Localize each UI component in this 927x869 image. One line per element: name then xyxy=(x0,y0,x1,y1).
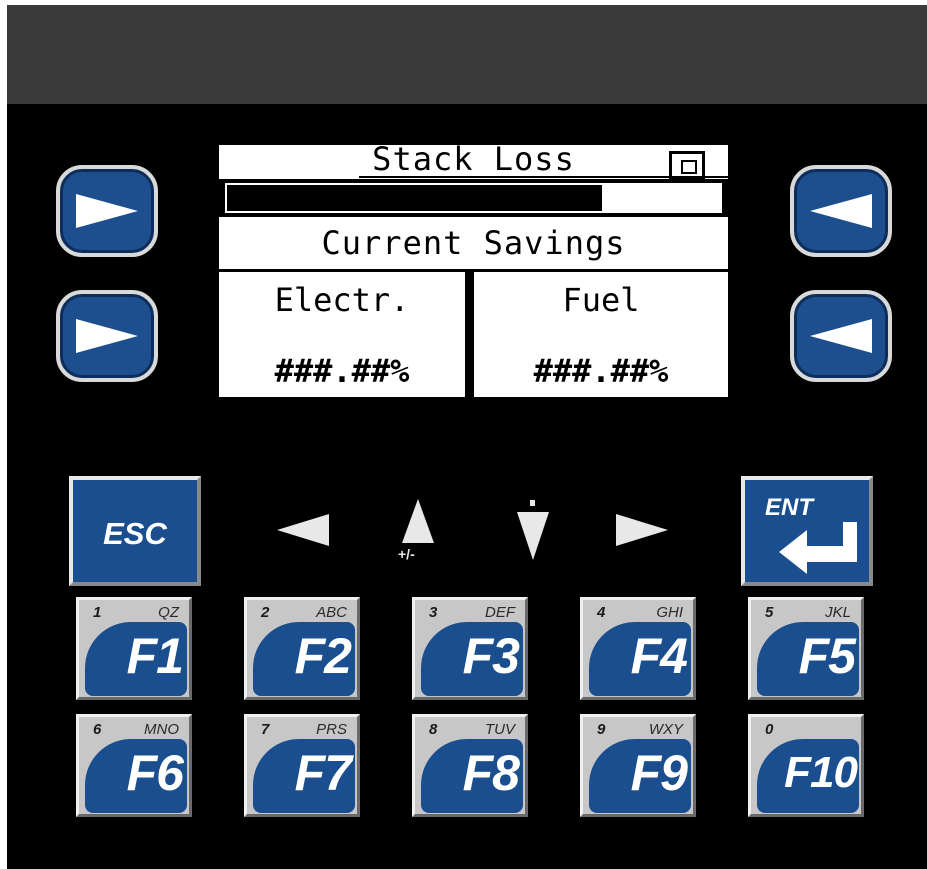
f1-key-letters: QZ xyxy=(158,604,179,621)
arrow-left-key[interactable] xyxy=(275,510,331,550)
right-softkey-2[interactable] xyxy=(790,290,892,382)
f2-key-letters: ABC xyxy=(316,604,347,621)
f8-key-number: 8 xyxy=(429,721,438,738)
lcd-fuel-value: ###.##% xyxy=(533,352,669,390)
ent-label: ENT xyxy=(765,494,813,521)
f9-key-number: 9 xyxy=(597,721,606,738)
lcd-fuel-panel: Fuel ###.##% xyxy=(474,272,728,397)
esc-button[interactable]: ESC xyxy=(69,476,201,586)
left-softkey-1[interactable] xyxy=(56,165,158,257)
f5-key[interactable]: 5 JKL F5 xyxy=(748,597,864,700)
f10-key-number: 0 xyxy=(765,721,774,738)
f6-key[interactable]: 6 MNO F6 xyxy=(76,714,192,817)
f8-key-letters: TUV xyxy=(485,721,515,738)
f2-key-label: F2 xyxy=(294,628,352,684)
f3-key-label: F3 xyxy=(462,628,520,684)
lcd-indicator-box xyxy=(669,151,705,179)
arrow-left-icon xyxy=(810,194,872,228)
f4-key-number: 4 xyxy=(597,604,606,621)
f6-key-label: F6 xyxy=(126,745,184,801)
arrow-left-icon xyxy=(810,319,872,353)
f9-key[interactable]: 9 WXY F9 xyxy=(580,714,696,817)
f7-key-label: F7 xyxy=(294,745,352,801)
f7-key-number: 7 xyxy=(261,721,270,738)
esc-label: ESC xyxy=(103,516,167,551)
f6-key-number: 6 xyxy=(93,721,102,738)
lcd-progress-bar-fill xyxy=(227,185,602,211)
f7-key-letters: PRS xyxy=(316,721,347,738)
f1-key[interactable]: 1 QZ F1 xyxy=(76,597,192,700)
f5-key-label: F5 xyxy=(798,628,856,684)
f3-key-number: 3 xyxy=(429,604,438,621)
lcd-subtitle: Current Savings xyxy=(321,224,626,262)
lcd-electr-panel: Electr. ###.##% xyxy=(219,272,465,397)
f8-key-label: F8 xyxy=(462,745,520,801)
f9-key-letters: WXY xyxy=(648,721,683,738)
f5-key-letters: JKL xyxy=(825,604,851,621)
f2-key[interactable]: 2 ABC F2 xyxy=(244,597,360,700)
f4-key-label: F4 xyxy=(630,628,688,684)
f9-key-label: F9 xyxy=(630,745,688,801)
lcd-title: Stack Loss xyxy=(372,140,575,178)
arrow-right-icon xyxy=(76,194,138,228)
f8-key[interactable]: 8 TUV F8 xyxy=(412,714,528,817)
left-softkey-2[interactable] xyxy=(56,290,158,382)
lcd-screen: Stack Loss Current Savings Electr. ###.#… xyxy=(219,140,733,397)
arrow-right-icon xyxy=(76,319,138,353)
lcd-fuel-label: Fuel xyxy=(562,281,640,319)
f7-key[interactable]: 7 PRS F7 xyxy=(244,714,360,817)
f10-key-label: F10 xyxy=(784,748,858,797)
f3-key-letters: DEF xyxy=(485,604,515,621)
f4-key[interactable]: 4 GHI F4 xyxy=(580,597,696,700)
f6-key-letters: MNO xyxy=(144,721,179,738)
f3-key[interactable]: 3 DEF F3 xyxy=(412,597,528,700)
f1-key-label: F1 xyxy=(126,628,184,684)
arrow-right-key[interactable] xyxy=(614,510,670,550)
f4-key-letters: GHI xyxy=(656,604,683,621)
lcd-progress-bar xyxy=(223,181,724,215)
device-top-bezel xyxy=(7,5,927,104)
arrow-up-key[interactable] xyxy=(398,497,438,547)
lcd-electr-value: ###.##% xyxy=(274,352,410,390)
f1-key-number: 1 xyxy=(93,604,102,621)
plus-minus-label: +/- xyxy=(398,546,415,562)
enter-button[interactable]: ENT xyxy=(741,476,873,586)
arrow-down-key[interactable] xyxy=(513,500,553,564)
lcd-electr-label: Electr. xyxy=(274,281,410,319)
enter-return-icon xyxy=(779,522,857,574)
f10-key[interactable]: 0 F10 xyxy=(748,714,864,817)
f5-key-number: 5 xyxy=(765,604,774,621)
f2-key-number: 2 xyxy=(261,604,270,621)
right-softkey-1[interactable] xyxy=(790,165,892,257)
